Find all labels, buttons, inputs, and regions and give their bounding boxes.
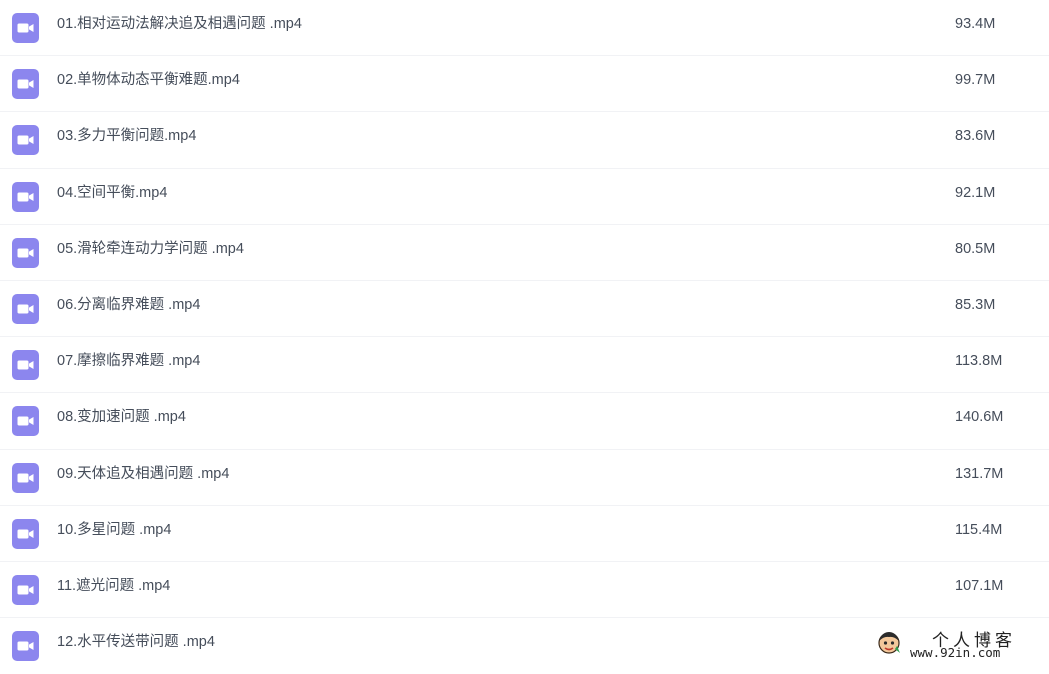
file-size: 140.6M [955, 409, 1004, 426]
file-size: 83.6M [955, 128, 996, 145]
file-row[interactable]: 02.单物体动态平衡难题.mp4 99.7M [0, 56, 1049, 113]
file-name: 02.单物体动态平衡难题.mp4 [57, 72, 240, 89]
watermark-url: www.92in.com [910, 645, 1001, 660]
file-row[interactable]: 08.变加速问题 .mp4 140.6M [0, 393, 1049, 450]
file-list: 01.相对运动法解决追及相遇问题 .mp4 93.4M 02.单物体动态平衡难题… [0, 0, 1049, 674]
file-name: 12.水平传送带问题 .mp4 [57, 634, 215, 651]
video-file-icon [12, 125, 39, 156]
file-row[interactable]: 01.相对运动法解决追及相遇问题 .mp4 93.4M [0, 0, 1049, 57]
file-name: 03.多力平衡问题.mp4 [57, 128, 197, 145]
file-row[interactable]: 10.多星问题 .mp4 115.4M [0, 506, 1049, 562]
video-file-icon [12, 181, 39, 212]
file-row[interactable]: 03.多力平衡问题.mp4 83.6M [0, 112, 1049, 169]
video-file-icon [12, 69, 39, 100]
file-row[interactable]: 11.遮光问题 .mp4 107.1M [0, 562, 1049, 619]
file-size: 115.4M [955, 521, 1003, 538]
video-file-icon [12, 237, 39, 268]
file-size: 107.1M [955, 577, 1004, 594]
file-size: 85.3M [955, 296, 996, 313]
file-name: 05.滑轮牵连动力学问题 .mp4 [57, 240, 244, 257]
video-file-icon [12, 13, 39, 43]
blog-watermark: 个人博客 www.92in.com [872, 626, 1042, 662]
file-size: 113.8M [955, 353, 1003, 370]
file-row[interactable]: 05.滑轮牵连动力学问题 .mp4 80.5M [0, 225, 1049, 281]
file-name: 08.变加速问题 .mp4 [57, 409, 186, 426]
file-name: 07.摩擦临界难题 .mp4 [57, 353, 201, 370]
file-size: 92.1M [955, 184, 996, 201]
file-row[interactable]: 04.空间平衡.mp4 92.1M [0, 169, 1049, 225]
video-file-icon [12, 462, 39, 493]
file-name: 11.遮光问题 .mp4 [57, 577, 171, 594]
file-size: 131.7M [955, 465, 1004, 482]
file-size: 93.4M [955, 16, 996, 32]
file-name: 10.多星问题 .mp4 [57, 521, 172, 538]
video-file-icon [12, 518, 39, 549]
file-size: 99.7M [955, 72, 996, 89]
video-file-icon [12, 293, 39, 324]
video-file-icon [12, 574, 39, 605]
video-file-icon [12, 350, 39, 381]
file-row[interactable]: 09.天体追及相遇问题 .mp4 131.7M [0, 450, 1049, 506]
mascot-logo-icon [876, 629, 902, 655]
file-name: 06.分离临界难题 .mp4 [57, 296, 201, 313]
file-name: 01.相对运动法解决追及相遇问题 .mp4 [57, 16, 302, 32]
file-row[interactable]: 06.分离临界难题 .mp4 85.3M [0, 281, 1049, 338]
file-row[interactable]: 07.摩擦临界难题 .mp4 113.8M [0, 337, 1049, 394]
video-file-icon [12, 406, 39, 437]
file-name: 04.空间平衡.mp4 [57, 184, 168, 201]
video-file-icon [12, 631, 39, 662]
file-size: 80.5M [955, 240, 996, 257]
file-name: 09.天体追及相遇问题 .mp4 [57, 465, 230, 482]
